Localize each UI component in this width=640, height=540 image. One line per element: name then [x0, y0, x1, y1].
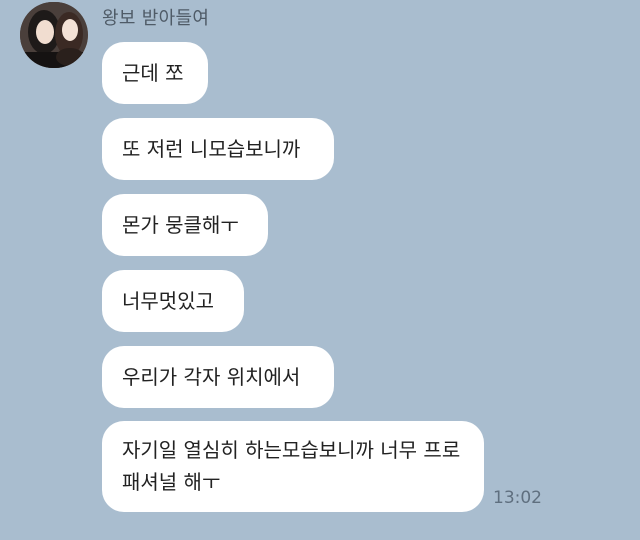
message-text: 근데 쪼 — [122, 61, 184, 85]
avatar[interactable] — [20, 2, 88, 68]
message-bubble[interactable]: 또 저런 니모습보니까 — [102, 118, 334, 180]
message-text: 몬가 뭉클해ㅜ — [122, 213, 239, 237]
message-text: 우리가 각자 위치에서 — [122, 365, 301, 389]
message-bubble[interactable]: 근데 쪼 — [102, 42, 208, 104]
message-text: 또 저런 니모습보니까 — [122, 137, 301, 161]
message-text: 너무멋있고 — [122, 289, 214, 313]
message-text: 자기일 열심히 하는모습보니까 너무 프로패셔널 해ㅜ — [122, 438, 461, 494]
message-bubble[interactable]: 자기일 열심히 하는모습보니까 너무 프로패셔널 해ㅜ — [102, 421, 484, 512]
message-timestamp: 13:02 — [493, 488, 542, 508]
message-bubble[interactable]: 몬가 뭉클해ㅜ — [102, 194, 268, 256]
message-bubble[interactable]: 우리가 각자 위치에서 — [102, 346, 334, 408]
sender-name: 왕보 받아들여 — [102, 8, 210, 29]
message-bubble[interactable]: 너무멋있고 — [102, 270, 244, 332]
profile-photo-icon — [20, 2, 88, 68]
